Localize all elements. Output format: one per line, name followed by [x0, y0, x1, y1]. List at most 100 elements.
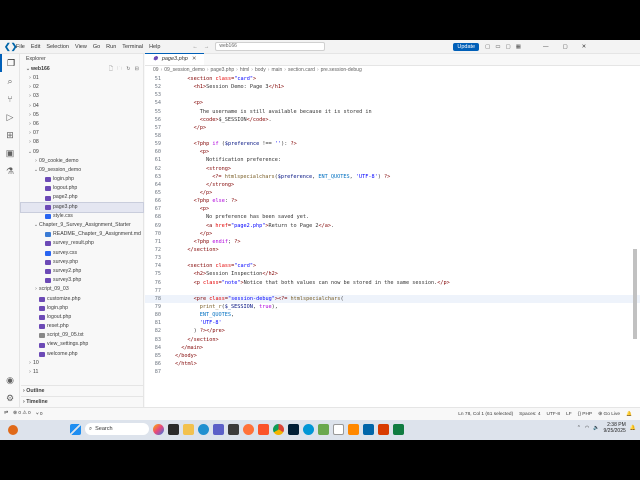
tree-folder[interactable]: › 02	[21, 83, 143, 92]
code-line[interactable]: 70 </p>	[145, 230, 640, 238]
code-line[interactable]: 60 <p>	[145, 148, 640, 156]
tree-file[interactable]: survey.php	[21, 258, 143, 267]
breadcrumb-item[interactable]: pre.session-debug	[321, 67, 362, 73]
encoding[interactable]: UTF-8	[547, 412, 561, 417]
source-control-icon[interactable]: ⑂	[0, 90, 20, 108]
menu-edit[interactable]: Edit	[31, 44, 40, 50]
code-line[interactable]: 62 <strong>	[145, 165, 640, 173]
breadcrumb-item[interactable]: html	[240, 67, 249, 73]
workspace-root[interactable]: ⌄ web166 🗋 🗀 ↻ ⊟	[21, 64, 143, 74]
toggle-sidebar-icon[interactable]: ▢	[485, 44, 490, 50]
cursor-position[interactable]: Ln 78, Col 1 (61 selected)	[458, 412, 513, 417]
menu-help[interactable]: Help	[149, 44, 160, 50]
code-line[interactable]: 83 </section>	[145, 336, 640, 344]
chevron-up-icon[interactable]: ⌃	[577, 425, 581, 431]
remote-indicator-icon[interactable]: ⇌	[4, 411, 8, 417]
tree-file[interactable]: logout.php	[21, 184, 143, 193]
remote-explorer-icon[interactable]: ▣	[0, 144, 20, 162]
close-icon[interactable]: ✕	[582, 44, 587, 50]
tree-folder[interactable]: › script_09_03	[21, 285, 143, 294]
code-line[interactable]: 79 print_r($_SESSION, true),	[145, 303, 640, 311]
tree-file[interactable]: view_settings.php	[21, 340, 143, 349]
tree-folder[interactable]: ⌄ 09	[21, 148, 143, 157]
breadcrumb-item[interactable]: main	[271, 67, 282, 73]
code-line[interactable]: 66 <?php else: ?>	[145, 197, 640, 205]
notification-bell-icon[interactable]: 🔔	[630, 425, 636, 431]
app-icon[interactable]	[318, 423, 329, 435]
explorer-icon[interactable]: ❐	[0, 54, 20, 72]
collapse-all-icon[interactable]: ⊟	[135, 64, 139, 74]
code-line[interactable]: 64 </strong>	[145, 181, 640, 189]
tree-file[interactable]: customize.php	[21, 295, 143, 304]
app-icon[interactable]	[393, 423, 404, 435]
clock[interactable]: 2:38 PM 9/25/2025	[604, 422, 626, 434]
tree-file[interactable]: logout.php	[21, 313, 143, 322]
tree-file[interactable]: login.php	[21, 175, 143, 184]
breadcrumb-item[interactable]: section.card	[288, 67, 315, 73]
refresh-icon[interactable]: ↻	[126, 64, 130, 74]
maximize-icon[interactable]: ▢	[562, 44, 567, 50]
teams-icon[interactable]	[213, 423, 224, 435]
tree-folder[interactable]: › 01	[21, 74, 143, 83]
search-icon[interactable]: ⌕	[0, 72, 20, 90]
problems-status[interactable]: ⊗ 0 ⚠ 0	[13, 411, 31, 417]
toggle-secondary-sidebar-icon[interactable]: ▢	[506, 44, 511, 50]
app-icon[interactable]	[378, 423, 389, 435]
tree-folder[interactable]: › 08	[21, 138, 143, 147]
vlc-icon[interactable]	[348, 423, 359, 435]
code-line[interactable]: 59 <?php if ($preference !== ''): ?>	[145, 140, 640, 148]
code-line[interactable]: 81 'UTF-8'	[145, 319, 640, 327]
tree-folder[interactable]: ⌄ 09_session_demo	[21, 166, 143, 175]
code-line[interactable]: 72 </section>	[145, 246, 640, 254]
code-line[interactable]: 82) ?></pre>	[145, 327, 640, 335]
tree-file[interactable]: survey2.php	[21, 267, 143, 276]
tree-folder[interactable]: › 11	[21, 368, 143, 377]
code-line[interactable]: 80 ENT_QUOTES,	[145, 311, 640, 319]
testing-icon[interactable]: ⚗	[0, 162, 20, 180]
code-line[interactable]: 85 </body>	[145, 352, 640, 360]
breadcrumb-item[interactable]: page3.php	[211, 67, 235, 73]
update-button[interactable]: Update	[453, 42, 480, 51]
command-center-search[interactable]: web166	[215, 42, 326, 51]
code-line[interactable]: 84 </main>	[145, 344, 640, 352]
code-line[interactable]: 63 <?= htmlspecialchars($preference, ENT_…	[145, 173, 640, 181]
tree-file[interactable]: login.php	[21, 304, 143, 313]
menu-view[interactable]: View	[75, 44, 87, 50]
tree-file[interactable]: reset.php	[21, 322, 143, 331]
code-line[interactable]: 75 <h2>Session Inspection</h2>	[145, 270, 640, 278]
tree-file[interactable]: script_09_05.txt	[21, 331, 143, 340]
extensions-icon[interactable]: ⊞	[0, 126, 20, 144]
weather-widget-icon[interactable]	[8, 425, 18, 435]
tree-folder[interactable]: ⌄ Chapter_9_Survey_Assignment_Starter	[21, 221, 143, 230]
new-file-icon[interactable]: 🗋	[109, 64, 113, 74]
tree-file[interactable]: welcome.php	[21, 350, 143, 359]
firefox-icon[interactable]	[243, 423, 254, 435]
tree-folder[interactable]: › 07	[21, 129, 143, 138]
chrome-icon[interactable]	[273, 423, 284, 435]
indentation[interactable]: Spaces: 4	[519, 412, 540, 417]
code-line[interactable]: 77	[145, 287, 640, 295]
forward-arrow-icon[interactable]: →	[204, 44, 210, 50]
tree-file[interactable]: survey_result.php	[21, 239, 143, 248]
code-line[interactable]: 67 <p>	[145, 205, 640, 213]
menu-file[interactable]: File	[16, 44, 25, 50]
photoshop-icon[interactable]	[288, 423, 299, 435]
outline-section[interactable]: › Outline	[21, 385, 144, 396]
menu-run[interactable]: Run	[106, 44, 116, 50]
code-line[interactable]: 76 <p class="note">Notice that both value…	[145, 279, 640, 287]
windows-start-icon[interactable]	[70, 423, 81, 435]
new-folder-icon[interactable]: 🗀	[117, 64, 122, 74]
code-line[interactable]: 55 The username is still available becaus…	[145, 108, 640, 116]
line-ending[interactable]: LF	[566, 412, 572, 417]
menu-go[interactable]: Go	[93, 44, 100, 50]
tree-file[interactable]: style.css	[21, 212, 143, 221]
taskbar-search[interactable]: ⌕ Search	[85, 423, 149, 435]
code-line[interactable]: 65 </p>	[145, 189, 640, 197]
app-icon[interactable]	[333, 423, 344, 435]
code-line[interactable]: 61 Notification preference:	[145, 156, 640, 164]
close-tab-icon[interactable]: ✕	[192, 54, 197, 65]
code-editor[interactable]: 51 <section class="card"> 52 <h1>Session De…	[145, 75, 640, 407]
menu-selection[interactable]: Selection	[46, 44, 69, 50]
tree-file[interactable]: page3.php	[20, 201, 144, 213]
brave-icon[interactable]	[258, 423, 269, 435]
